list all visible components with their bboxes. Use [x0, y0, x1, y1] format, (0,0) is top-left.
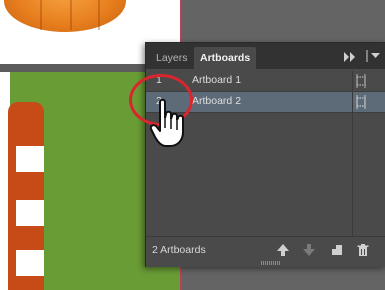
move-up-icon[interactable]: [276, 243, 290, 257]
move-down-icon[interactable]: [302, 243, 316, 257]
white-rectangle: [16, 146, 44, 172]
artboard-options-icon[interactable]: [354, 95, 368, 109]
artboard-name[interactable]: Artboard 1: [192, 74, 241, 86]
artboard-count: 2 Artboards: [152, 244, 206, 256]
pumpkin-rib: [40, 0, 42, 30]
panel-menu-icon[interactable]: [366, 50, 382, 62]
tab-layers[interactable]: Layers: [150, 47, 194, 69]
column-divider: [352, 71, 353, 241]
white-rectangle: [16, 200, 44, 226]
panel-footer: 2 Artboards: [146, 236, 385, 267]
orange-strip-shape: [8, 102, 44, 290]
panel-resize-grip[interactable]: [261, 261, 281, 265]
artboard-name[interactable]: Artboard 2: [192, 95, 241, 107]
new-artboard-icon[interactable]: [330, 243, 344, 257]
artboards-panel: Layers Artboards 1 Artboard 1 2 Artboard…: [145, 42, 385, 267]
pumpkin-rib: [70, 0, 72, 30]
artboard-options-icon[interactable]: [354, 74, 368, 88]
trash-icon[interactable]: [356, 243, 370, 257]
double-chevron-right-icon[interactable]: [344, 52, 356, 62]
pumpkin-rib: [98, 0, 100, 30]
white-rectangle: [16, 250, 44, 276]
tab-artboards[interactable]: Artboards: [194, 47, 257, 69]
panel-tab-bar: Layers Artboards: [146, 43, 385, 69]
pumpkin-illustration: [4, 0, 126, 32]
hand-pointer-icon: [150, 98, 184, 147]
